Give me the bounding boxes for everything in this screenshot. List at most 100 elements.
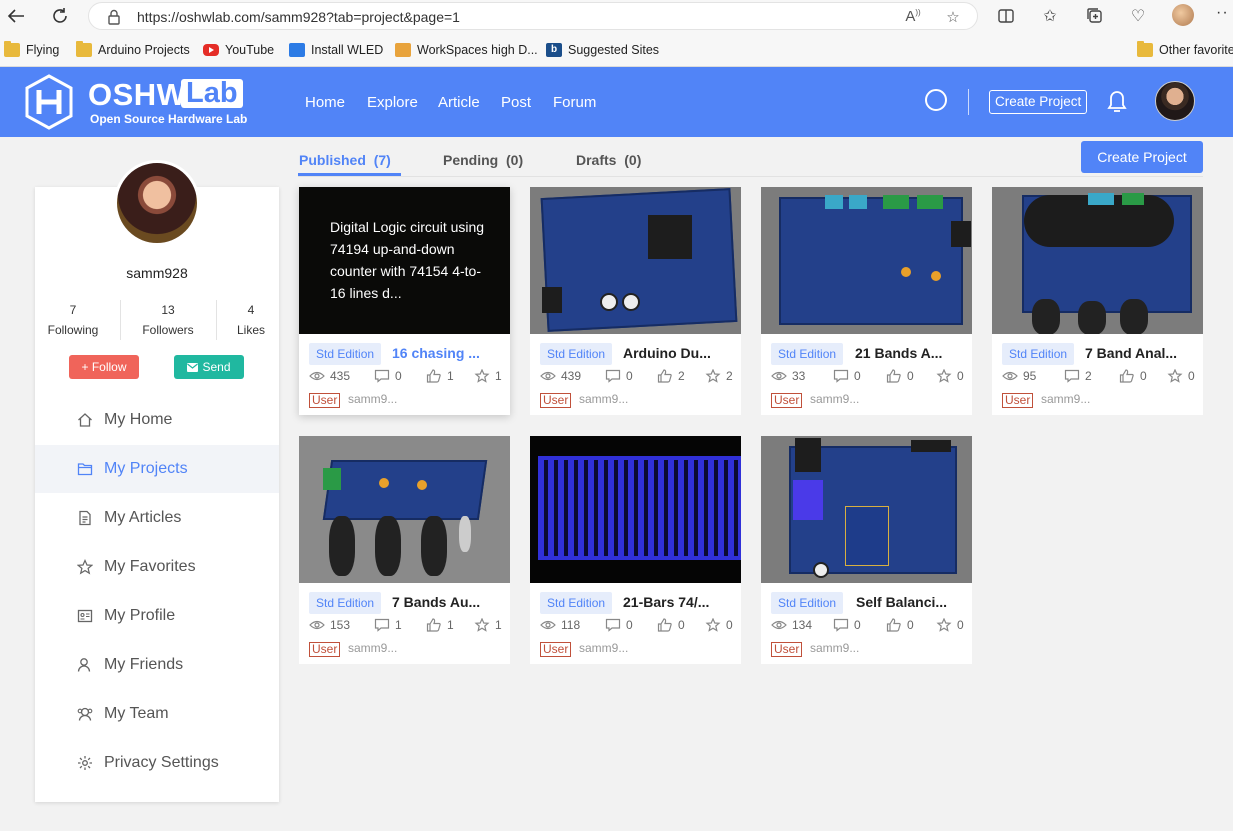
project-card[interactable]: Std Edition 21 Bands A... 33 0 0 0 User … xyxy=(761,187,972,415)
project-owner[interactable]: samm9... xyxy=(348,641,397,655)
project-thumbnail[interactable] xyxy=(530,187,741,334)
bookmark-install-wled[interactable]: Install WLED xyxy=(289,40,383,60)
project-thumbnail[interactable] xyxy=(530,436,741,583)
bookmark-label: YouTube xyxy=(225,43,275,57)
project-thumbnail[interactable] xyxy=(992,187,1203,334)
likes-count[interactable]: 0 xyxy=(1119,369,1147,383)
read-aloud-icon[interactable]: A)) xyxy=(902,8,924,25)
likes-count[interactable]: 0 xyxy=(886,618,914,632)
header-create-project-button[interactable]: Create Project xyxy=(989,90,1088,114)
browser-essentials-icon[interactable]: ♡ xyxy=(1127,5,1149,27)
follow-button[interactable]: + Follow xyxy=(69,355,139,379)
thumbs-up-icon xyxy=(657,618,672,632)
project-thumbnail[interactable]: Digital Logic circuit using 74194 up-and… xyxy=(299,187,510,334)
browser-profile-avatar[interactable] xyxy=(1172,4,1194,26)
nav-home[interactable]: Home xyxy=(305,94,345,111)
project-thumbnail[interactable] xyxy=(299,436,510,583)
favorites-count[interactable]: 0 xyxy=(1167,369,1195,383)
nav-article[interactable]: Article xyxy=(438,94,480,111)
stat-value: 2 xyxy=(1085,369,1092,383)
project-card[interactable]: Std Edition 7 Bands Au... 153 1 1 1 User… xyxy=(299,436,510,664)
project-card[interactable]: Std Edition Arduino Du... 439 0 2 2 User… xyxy=(530,187,741,415)
project-title[interactable]: Self Balanci... xyxy=(856,594,947,610)
bookmark-workspaces[interactable]: WorkSpaces high D... xyxy=(395,40,538,60)
search-icon[interactable] xyxy=(924,88,948,112)
project-owner[interactable]: samm9... xyxy=(810,392,859,406)
project-thumbnail[interactable] xyxy=(761,187,972,334)
user-avatar[interactable] xyxy=(1155,81,1195,121)
likes-count[interactable]: 1 xyxy=(426,618,454,632)
favorites-count[interactable]: 1 xyxy=(474,618,502,632)
send-button[interactable]: Send xyxy=(174,355,244,379)
stat-followers[interactable]: 13 Followers xyxy=(138,300,198,340)
stat-value: 7 xyxy=(69,303,77,317)
bookmark-label: Suggested Sites xyxy=(568,43,660,57)
project-title[interactable]: 7 Band Anal... xyxy=(1085,345,1177,361)
tab-divider xyxy=(298,176,1203,177)
stat-following[interactable]: 7 Following xyxy=(44,300,102,340)
more-options-icon[interactable]: ·· xyxy=(1216,4,1229,22)
thumbs-up-icon xyxy=(886,369,901,383)
sidebar-item-my-profile[interactable]: My Profile xyxy=(35,592,279,640)
project-owner[interactable]: samm9... xyxy=(1041,392,1090,406)
favorites-count[interactable]: 1 xyxy=(474,369,502,383)
tab-drafts[interactable]: Drafts (0) xyxy=(576,152,641,168)
project-card[interactable]: Std Edition 21-Bars 74/... 118 0 0 0 Use… xyxy=(530,436,741,664)
project-owner[interactable]: samm9... xyxy=(579,392,628,406)
project-card[interactable]: Std Edition 7 Band Anal... 95 2 0 0 User… xyxy=(992,187,1203,415)
favorites-count[interactable]: 2 xyxy=(705,369,733,383)
likes-count[interactable]: 2 xyxy=(657,369,685,383)
stat-value: 33 xyxy=(792,369,806,383)
project-title[interactable]: 21-Bars 74/... xyxy=(623,594,709,610)
project-owner[interactable]: samm9... xyxy=(579,641,628,655)
likes-count[interactable]: 0 xyxy=(657,618,685,632)
favorites-count[interactable]: 0 xyxy=(705,618,733,632)
edition-badge: Std Edition xyxy=(540,592,613,614)
bookmark-youtube[interactable]: YouTube xyxy=(203,40,274,60)
tab-published[interactable]: Published (7) xyxy=(299,152,391,168)
favorites-icon[interactable]: ✩ xyxy=(1039,5,1061,27)
bookmark-arduino-projects[interactable]: Arduino Projects xyxy=(76,40,190,60)
comments-count: 2 xyxy=(1064,369,1092,383)
sidebar-item-my-friends[interactable]: My Friends xyxy=(35,641,279,689)
sidebar-item-my-articles[interactable]: My Articles xyxy=(35,494,279,542)
project-owner[interactable]: samm9... xyxy=(810,641,859,655)
folder-icon xyxy=(76,41,92,57)
likes-count[interactable]: 1 xyxy=(426,369,454,383)
project-owner[interactable]: samm9... xyxy=(348,392,397,406)
oshwlab-logo-icon[interactable] xyxy=(24,74,74,130)
bookmark-suggested-sites[interactable]: b Suggested Sites xyxy=(546,40,659,60)
split-screen-icon[interactable] xyxy=(995,5,1017,27)
eye-icon xyxy=(1002,371,1018,381)
project-card[interactable]: Digital Logic circuit using 74194 up-and… xyxy=(299,187,510,415)
project-title[interactable]: Arduino Du... xyxy=(623,345,711,361)
sidebar-item-my-team[interactable]: My Team xyxy=(35,690,279,738)
url-field[interactable]: https://oshwlab.com/samm928?tab=project&… xyxy=(88,2,978,30)
favorites-count[interactable]: 0 xyxy=(936,369,964,383)
likes-count[interactable]: 0 xyxy=(886,369,914,383)
bookmark-flying[interactable]: Flying xyxy=(4,40,59,60)
sidebar-item-my-projects[interactable]: My Projects xyxy=(35,445,279,493)
tab-pending[interactable]: Pending (0) xyxy=(443,152,523,168)
project-card[interactable]: Std Edition Self Balanci... 134 0 0 0 Us… xyxy=(761,436,972,664)
refresh-icon[interactable] xyxy=(47,4,73,28)
stat-likes: 4 Likes xyxy=(232,300,270,340)
bell-icon[interactable] xyxy=(1104,87,1130,115)
create-project-button[interactable]: Create Project xyxy=(1081,141,1203,173)
nav-forum[interactable]: Forum xyxy=(553,94,596,111)
project-title[interactable]: 16 chasing ... xyxy=(392,345,480,361)
stat-value: 0 xyxy=(907,369,914,383)
collections-icon[interactable] xyxy=(1084,5,1106,27)
project-title[interactable]: 21 Bands A... xyxy=(855,345,942,361)
project-thumbnail[interactable] xyxy=(761,436,972,583)
sidebar-item-privacy-settings[interactable]: Privacy Settings xyxy=(35,739,279,787)
back-icon[interactable] xyxy=(3,4,29,28)
sidebar-item-my-favorites[interactable]: My Favorites xyxy=(35,543,279,591)
project-title[interactable]: 7 Bands Au... xyxy=(392,594,480,610)
nav-post[interactable]: Post xyxy=(501,94,531,111)
bookmark-other-favorites[interactable]: Other favorite xyxy=(1137,40,1233,60)
favorite-star-icon[interactable]: ☆ xyxy=(942,8,964,26)
favorites-count[interactable]: 0 xyxy=(936,618,964,632)
nav-explore[interactable]: Explore xyxy=(367,94,418,111)
sidebar-item-my-home[interactable]: My Home xyxy=(35,396,279,444)
